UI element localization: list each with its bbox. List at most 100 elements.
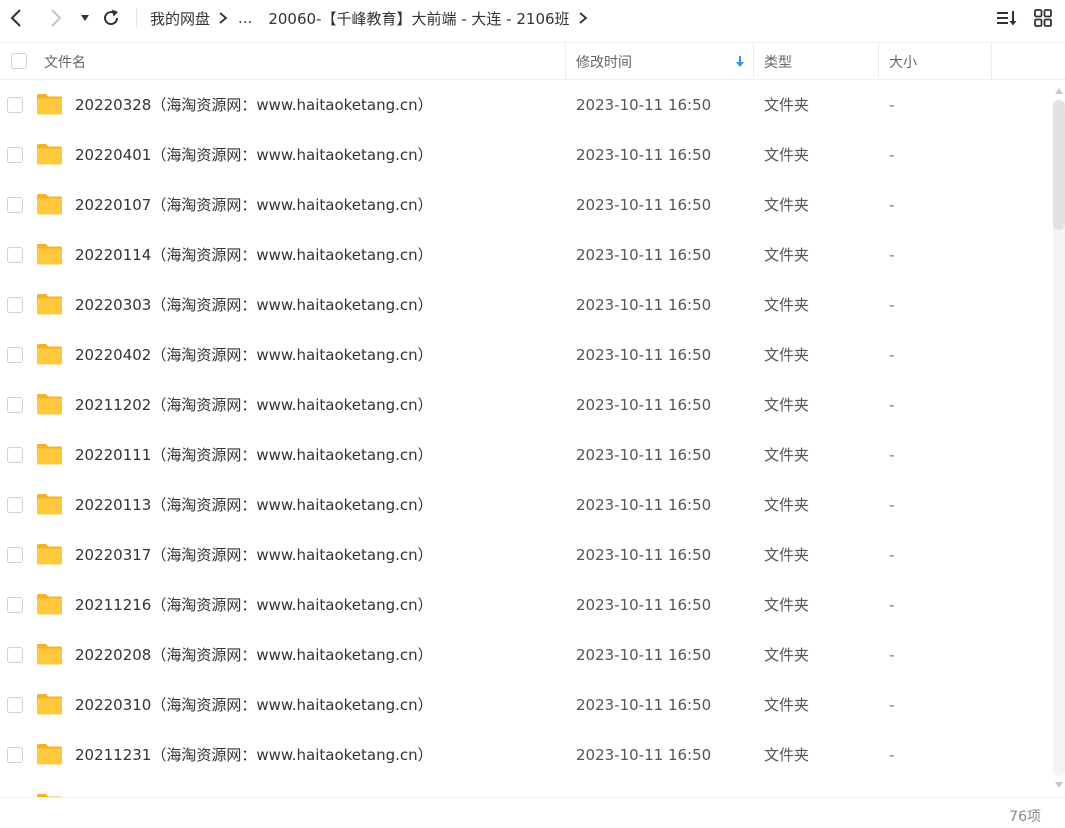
- table-row[interactable]: 20220310（海淘资源网：www.haitaoketang.cn） 2023…: [0, 680, 1050, 730]
- scrollbar-thumb[interactable]: [1053, 100, 1065, 230]
- file-type: 文件夹: [764, 446, 810, 464]
- file-type: 文件夹: [764, 296, 810, 314]
- file-name[interactable]: 20220208（海淘资源网：www.haitaoketang.cn）: [75, 630, 433, 680]
- folder-icon: [37, 444, 62, 465]
- chevron-left-icon: [10, 9, 21, 27]
- column-divider[interactable]: [565, 43, 566, 80]
- table-row[interactable]: 20220107（海淘资源网：www.haitaoketang.cn） 2023…: [0, 180, 1050, 230]
- table-row[interactable]: 20220317（海淘资源网：www.haitaoketang.cn） 2023…: [0, 530, 1050, 580]
- table-row[interactable]: 20220402（海淘资源网：www.haitaoketang.cn） 2023…: [0, 330, 1050, 380]
- folder-icon: [37, 494, 62, 515]
- refresh-icon: [104, 9, 119, 26]
- breadcrumb-separator-icon: [578, 11, 588, 25]
- row-checkbox[interactable]: [7, 197, 23, 213]
- breadcrumb-item-current[interactable]: 20060-【千峰教育】大前端 - 大连 - 2106班: [268, 8, 569, 29]
- file-name[interactable]: 20220111（海淘资源网：www.haitaoketang.cn）: [75, 430, 433, 480]
- table-row-partial[interactable]: [0, 780, 1050, 797]
- file-type: 文件夹: [764, 646, 810, 664]
- table-row[interactable]: 20220303（海淘资源网：www.haitaoketang.cn） 2023…: [0, 280, 1050, 330]
- table-row[interactable]: 20220208（海淘资源网：www.haitaoketang.cn） 2023…: [0, 630, 1050, 680]
- table-row[interactable]: 20211202（海淘资源网：www.haitaoketang.cn） 2023…: [0, 380, 1050, 430]
- select-all-checkbox[interactable]: [11, 53, 27, 69]
- grid-view-button[interactable]: [1034, 9, 1052, 27]
- caret-down-icon: [81, 15, 89, 21]
- scroll-up-icon[interactable]: [1054, 86, 1064, 96]
- file-size: -: [889, 546, 895, 564]
- file-size: -: [889, 446, 895, 464]
- row-checkbox[interactable]: [7, 747, 23, 763]
- file-name[interactable]: 20220114（海淘资源网：www.haitaoketang.cn）: [75, 230, 433, 280]
- file-name[interactable]: 20220310（海淘资源网：www.haitaoketang.cn）: [75, 680, 433, 730]
- file-name[interactable]: 20211231（海淘资源网：www.haitaoketang.cn）: [75, 730, 433, 780]
- file-type: 文件夹: [764, 696, 810, 714]
- row-checkbox[interactable]: [7, 397, 23, 413]
- item-count: 76项: [1009, 809, 1041, 825]
- vertical-scrollbar[interactable]: [1052, 86, 1065, 792]
- back-button[interactable]: [6, 6, 28, 30]
- table-row[interactable]: 20211216（海淘资源网：www.haitaoketang.cn） 2023…: [0, 580, 1050, 630]
- breadcrumb-item-ellipsis[interactable]: ...: [238, 9, 252, 27]
- file-name[interactable]: 20220303（海淘资源网：www.haitaoketang.cn）: [75, 280, 433, 330]
- sort-list-icon: [997, 11, 1017, 26]
- file-size: -: [889, 696, 895, 714]
- scrollbar-track[interactable]: [1053, 100, 1065, 776]
- grid-icon: [1034, 9, 1052, 27]
- row-checkbox[interactable]: [7, 297, 23, 313]
- file-name[interactable]: 20220328（海淘资源网：www.haitaoketang.cn）: [75, 80, 433, 130]
- table-row[interactable]: 20220114（海淘资源网：www.haitaoketang.cn） 2023…: [0, 230, 1050, 280]
- row-checkbox[interactable]: [7, 647, 23, 663]
- history-dropdown-button[interactable]: [78, 8, 92, 28]
- file-name[interactable]: 20220107（海淘资源网：www.haitaoketang.cn）: [75, 180, 433, 230]
- file-modified: 2023-10-11 16:50: [576, 646, 712, 664]
- row-checkbox[interactable]: [7, 547, 23, 563]
- table-row[interactable]: 20220328（海淘资源网：www.haitaoketang.cn） 2023…: [0, 80, 1050, 130]
- file-type: 文件夹: [764, 346, 810, 364]
- column-header-size[interactable]: 大小: [889, 43, 917, 80]
- row-checkbox[interactable]: [7, 97, 23, 113]
- column-header-modified[interactable]: 修改时间: [576, 43, 632, 80]
- row-checkbox[interactable]: [7, 697, 23, 713]
- row-checkbox[interactable]: [7, 247, 23, 263]
- refresh-button[interactable]: [100, 6, 122, 30]
- file-modified: 2023-10-11 16:50: [576, 146, 712, 164]
- file-name[interactable]: 20220113（海淘资源网：www.haitaoketang.cn）: [75, 480, 433, 530]
- row-checkbox[interactable]: [7, 347, 23, 363]
- file-size: -: [889, 596, 895, 614]
- table-row[interactable]: 20220113（海淘资源网：www.haitaoketang.cn） 2023…: [0, 480, 1050, 530]
- file-name[interactable]: 20211202（海淘资源网：www.haitaoketang.cn）: [75, 380, 433, 430]
- file-size: -: [889, 346, 895, 364]
- column-divider[interactable]: [753, 43, 754, 80]
- file-modified: 2023-10-11 16:50: [576, 446, 712, 464]
- file-size: -: [889, 146, 895, 164]
- folder-icon: [37, 544, 62, 565]
- sort-view-button[interactable]: [996, 8, 1018, 28]
- row-checkbox[interactable]: [7, 497, 23, 513]
- column-header-type[interactable]: 类型: [764, 43, 792, 80]
- file-type: 文件夹: [764, 546, 810, 564]
- file-name[interactable]: 20220317（海淘资源网：www.haitaoketang.cn）: [75, 530, 433, 580]
- file-name[interactable]: 20220401（海淘资源网：www.haitaoketang.cn）: [75, 130, 433, 180]
- file-modified: 2023-10-11 16:50: [576, 246, 712, 264]
- forward-button[interactable]: [44, 6, 66, 30]
- row-checkbox[interactable]: [7, 147, 23, 163]
- table-row[interactable]: 20220111（海淘资源网：www.haitaoketang.cn） 2023…: [0, 430, 1050, 480]
- file-size: -: [889, 396, 895, 414]
- scroll-down-icon[interactable]: [1054, 780, 1064, 790]
- table-row[interactable]: 20220401（海淘资源网：www.haitaoketang.cn） 2023…: [0, 130, 1050, 180]
- file-name[interactable]: 20211216（海淘资源网：www.haitaoketang.cn）: [75, 580, 433, 630]
- file-name[interactable]: 20220402（海淘资源网：www.haitaoketang.cn）: [75, 330, 433, 380]
- column-header-name[interactable]: 文件名: [44, 43, 86, 80]
- list-header: 文件名 修改时间 类型 大小: [0, 42, 1065, 80]
- breadcrumb-item-root[interactable]: 我的网盘: [150, 8, 210, 29]
- row-checkbox[interactable]: [7, 447, 23, 463]
- file-type: 文件夹: [764, 596, 810, 614]
- file-type: 文件夹: [764, 196, 810, 214]
- breadcrumb: 我的网盘 ... 20060-【千峰教育】大前端 - 大连 - 2106班: [150, 0, 598, 36]
- row-checkbox[interactable]: [7, 597, 23, 613]
- folder-icon: [37, 344, 62, 365]
- file-modified: 2023-10-11 16:50: [576, 396, 712, 414]
- column-divider[interactable]: [878, 43, 879, 80]
- column-divider[interactable]: [991, 43, 992, 80]
- table-row[interactable]: 20211231（海淘资源网：www.haitaoketang.cn） 2023…: [0, 730, 1050, 780]
- file-size: -: [889, 296, 895, 314]
